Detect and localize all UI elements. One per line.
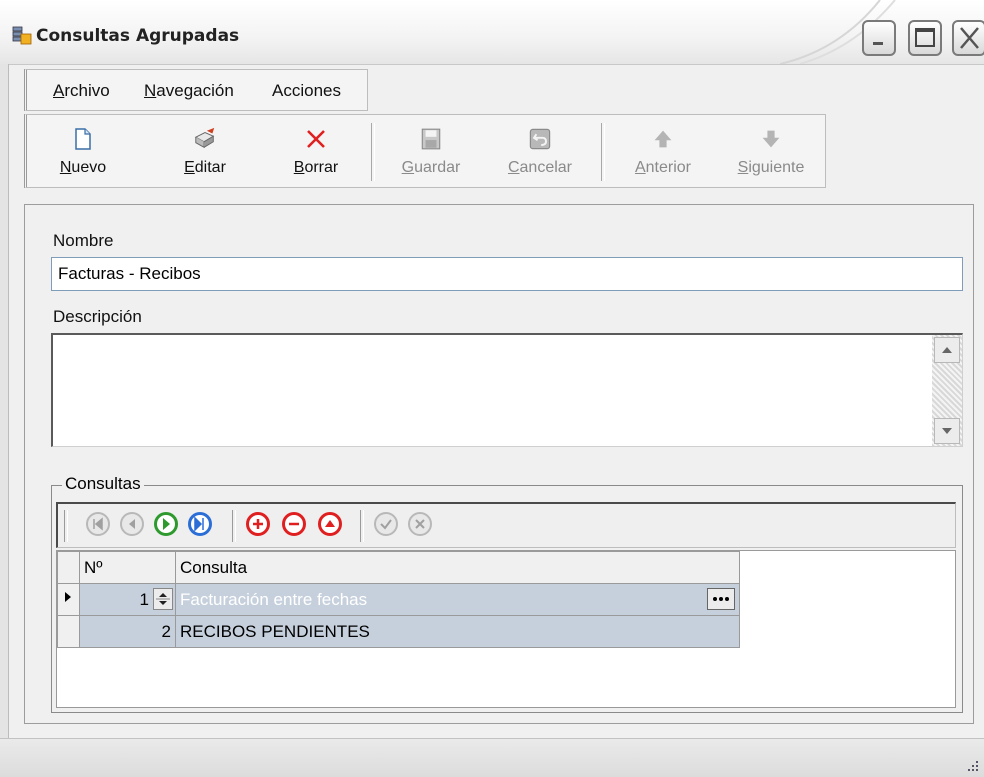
application-window: Consultas Agrupadas Archivo Navegación A… xyxy=(0,0,984,777)
edit-icon xyxy=(194,127,215,149)
scroll-down-icon xyxy=(942,428,952,434)
row-indicator xyxy=(57,615,80,648)
scroll-up-button[interactable] xyxy=(934,337,960,363)
edit-record-icon[interactable] xyxy=(318,512,342,536)
last-record-icon[interactable] xyxy=(188,512,212,536)
scroll-up-icon xyxy=(942,347,952,353)
scroll-down-button[interactable] xyxy=(934,418,960,444)
post-record-icon[interactable] xyxy=(374,512,398,536)
close-icon xyxy=(960,27,979,49)
cell-num[interactable]: 1 xyxy=(79,583,176,616)
window-frame-left xyxy=(0,64,9,776)
insert-record-icon[interactable] xyxy=(246,512,270,536)
cell-consulta[interactable]: RECIBOS PENDIENTES xyxy=(175,615,740,648)
maximize-icon xyxy=(915,28,935,47)
status-bar xyxy=(0,738,984,777)
cancelar-button[interactable]: Cancelar xyxy=(497,115,583,187)
editar-button[interactable]: Editar xyxy=(169,115,241,187)
consultas-group: Consultas Nº Consulta 1 Facturación entr… xyxy=(51,474,963,713)
cell-consulta-value: Facturación entre fechas xyxy=(180,589,368,609)
database-query-icon xyxy=(12,26,32,45)
menu-bar: Archivo Navegación Acciones xyxy=(24,69,368,111)
save-disk-icon xyxy=(421,128,441,150)
window-title: Consultas Agrupadas xyxy=(36,26,240,46)
nombre-field[interactable]: Facturas - Recibos xyxy=(51,257,963,291)
minimize-icon xyxy=(873,42,883,45)
minimize-button[interactable] xyxy=(862,20,896,56)
siguiente-button[interactable]: Siguiente xyxy=(727,115,815,187)
first-record-icon[interactable] xyxy=(86,512,110,536)
descripcion-field[interactable] xyxy=(51,333,963,447)
nombre-label: Nombre xyxy=(53,231,114,250)
spinner-up-down-icon xyxy=(156,593,170,605)
delete-record-icon[interactable] xyxy=(282,512,306,536)
row-number-spinner[interactable] xyxy=(153,588,173,610)
grid-header-row: Nº Consulta xyxy=(57,551,740,584)
anterior-button[interactable]: Anterior xyxy=(623,115,703,187)
descripcion-label: Descripción xyxy=(53,307,142,326)
arrow-up-icon xyxy=(654,130,672,148)
consultas-table: Nº Consulta 1 Facturación entre fechas 2… xyxy=(57,551,740,648)
cancel-undo-icon xyxy=(529,128,551,150)
toolbar-separator xyxy=(371,123,375,181)
cell-num[interactable]: 2 xyxy=(79,615,176,648)
grid-indicator-header xyxy=(57,551,80,584)
delete-x-icon xyxy=(307,130,325,148)
table-row[interactable]: 2 RECIBOS PENDIENTES xyxy=(57,615,740,648)
column-header-consulta[interactable]: Consulta xyxy=(175,551,740,584)
cell-num-value: 1 xyxy=(139,589,149,609)
menu-archivo-rest: rchivo xyxy=(64,81,110,100)
guardar-button[interactable]: Guardar xyxy=(389,115,473,187)
next-record-icon[interactable] xyxy=(154,512,178,536)
consultas-grid[interactable]: Nº Consulta 1 Facturación entre fechas 2… xyxy=(56,550,956,708)
menu-acciones[interactable]: Acciones xyxy=(272,81,341,101)
maximize-button[interactable] xyxy=(908,20,942,56)
toolbar: Nuevo Editar Borrar Guardar Cancelar Ant… xyxy=(24,114,826,188)
arrow-down-icon xyxy=(762,130,780,148)
table-row[interactable]: 1 Facturación entre fechas xyxy=(57,583,740,616)
nuevo-button[interactable]: Nuevo xyxy=(47,115,119,187)
record-navigator xyxy=(56,502,956,548)
cell-consulta[interactable]: Facturación entre fechas xyxy=(175,583,740,616)
cancel-record-icon[interactable] xyxy=(408,512,432,536)
resize-grip-icon[interactable] xyxy=(966,759,980,773)
form-panel: Nombre Facturas - Recibos Descripción Co… xyxy=(24,204,974,724)
close-button[interactable] xyxy=(952,20,984,56)
borrar-button[interactable]: Borrar xyxy=(281,115,351,187)
row-indicator xyxy=(57,583,80,616)
menu-archivo[interactable]: Archivo xyxy=(53,81,110,101)
consultas-group-title: Consultas xyxy=(62,474,144,494)
column-header-num[interactable]: Nº xyxy=(79,551,176,584)
toolbar-separator xyxy=(601,123,605,181)
ellipsis-icon xyxy=(713,597,729,601)
prior-record-icon[interactable] xyxy=(120,512,144,536)
ellipsis-button[interactable] xyxy=(707,588,735,610)
title-bar[interactable]: Consultas Agrupadas xyxy=(0,0,984,65)
descripcion-scrollbar[interactable] xyxy=(932,335,962,446)
current-row-arrow-icon xyxy=(65,592,71,602)
new-document-icon xyxy=(75,128,91,150)
menu-navegacion[interactable]: Navegación xyxy=(144,81,234,101)
